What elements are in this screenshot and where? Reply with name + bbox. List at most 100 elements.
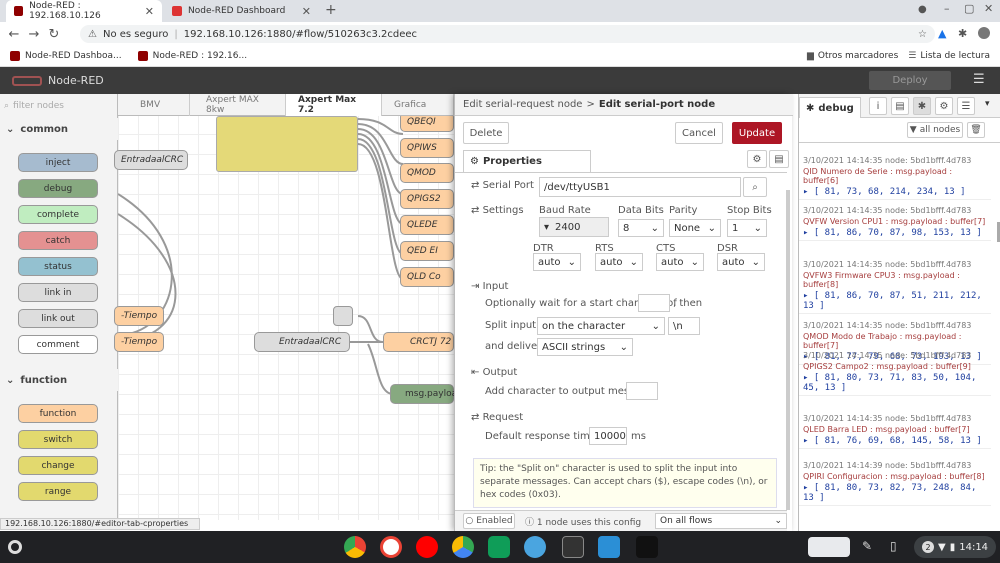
canvas-link-node[interactable]: EntradaalCRC [254, 332, 350, 352]
canvas-function-node[interactable]: QPIWS [400, 138, 454, 158]
reload-icon[interactable]: ↻ [44, 27, 64, 42]
bookmark-item[interactable]: Node-RED : 192.16... [137, 51, 247, 61]
drive-icon[interactable]: ▲ [938, 27, 946, 40]
deliver-select[interactable]: ASCII strings ⌄ [537, 338, 633, 356]
palette-node-link-out[interactable]: link out [18, 309, 98, 328]
split-char-input[interactable]: \n [668, 317, 700, 335]
palette-node-change[interactable]: change [18, 456, 98, 475]
expand-icon[interactable]: ▸ [803, 436, 814, 446]
tab-grafica[interactable]: Grafica [382, 94, 454, 116]
stop-bits-select[interactable]: 1 ⌄ [727, 219, 767, 237]
canvas-link-out-node[interactable] [333, 306, 353, 326]
flow-canvas[interactable]: QBEQI QPIWS QMOD QPIGS2 QLEDE QED EI QLD… [114, 94, 457, 520]
dtr-select[interactable]: auto ⌄ [533, 253, 581, 271]
close-icon[interactable]: ✕ [145, 5, 154, 18]
description-tab-icon[interactable]: ▤ [769, 150, 789, 168]
message-value[interactable]: ▸ [ 81, 80, 73, 71, 83, 50, 104, 45, 13 … [799, 371, 991, 395]
scrollbar[interactable] [786, 190, 790, 510]
tab-debug[interactable]: ✱ debug [799, 97, 861, 118]
palette-node-inject[interactable]: inject [18, 153, 98, 172]
tab-search-icon[interactable]: ● [918, 4, 927, 15]
minimize-icon[interactable]: – [944, 2, 950, 15]
canvas-function-node[interactable]: CRCTJ 72 [383, 332, 454, 352]
cancel-button[interactable]: Cancel [675, 122, 723, 144]
settings-tab-icon[interactable]: ⚙ [747, 150, 767, 168]
filter-button[interactable]: ▼ all nodes [907, 122, 963, 138]
debug-message[interactable]: 3/10/2021 14:14:35 node: 5bd1bfff.4d783 Q… [799, 412, 991, 449]
canvas-function-node[interactable]: QLEDE [400, 215, 454, 235]
expand-icon[interactable]: ▸ [803, 373, 814, 383]
profile-avatar[interactable] [978, 27, 990, 39]
expand-icon[interactable]: ▸ [803, 228, 814, 238]
search-port-button[interactable]: ⌕ [743, 177, 767, 197]
expand-icon[interactable]: ▸ [803, 187, 814, 197]
message-value[interactable]: ▸ [ 81, 73, 68, 214, 234, 13 ] [799, 185, 991, 199]
debug-message[interactable]: 3/10/2021 14:14:35 node: 5bd1bfff.4d783 Q… [799, 204, 991, 241]
context-icon[interactable]: ☰ [957, 97, 975, 115]
help-icon[interactable]: ▤ [891, 97, 909, 115]
debug-message[interactable]: 3/10/2021 14:14:35 node: 5bd1bfff.4d783 Q… [799, 349, 991, 396]
holding-space-thumbnail[interactable] [808, 537, 850, 557]
clear-log-icon[interactable]: 🗑 [967, 122, 985, 138]
enabled-toggle[interactable]: ○ Enabled [463, 513, 515, 529]
deploy-button[interactable]: Deploy [869, 71, 951, 90]
play-store-icon[interactable] [452, 536, 474, 558]
dsr-select[interactable]: auto ⌄ [717, 253, 765, 271]
menu-icon[interactable]: ☰ [973, 72, 985, 87]
stylus-icon[interactable]: ✎ [862, 539, 872, 553]
palette-node-range[interactable]: range [18, 482, 98, 501]
extensions-icon[interactable]: ✱ [958, 27, 967, 40]
window-close-icon[interactable]: ✕ [984, 2, 993, 15]
terminal-icon[interactable] [562, 536, 584, 558]
cts-select[interactable]: auto ⌄ [656, 253, 704, 271]
start-char-input[interactable] [638, 294, 670, 312]
palette-category-function[interactable]: ⌄ function [0, 369, 118, 391]
chrome-icon[interactable] [344, 536, 366, 558]
expand-icon[interactable]: ▸ [803, 483, 814, 493]
canvas-debug-node[interactable]: msg.payloa [390, 384, 457, 404]
bookmark-item[interactable]: Node-RED Dashboa... [10, 51, 122, 61]
debug-message[interactable]: 3/10/2021 14:14:39 node: 5bd1bfff.4d783 Q… [799, 459, 991, 506]
canvas-function-node[interactable]: -Tiempo [114, 332, 164, 352]
palette-category-common[interactable]: ⌄ common [0, 118, 118, 140]
palette-node-complete[interactable]: complete [18, 205, 98, 224]
vnc-icon[interactable] [598, 536, 620, 558]
tab-properties[interactable]: ⚙ Properties [463, 150, 591, 172]
star-icon[interactable]: ☆ [918, 29, 927, 40]
launcher-icon[interactable] [8, 540, 22, 554]
app-icon[interactable] [636, 536, 658, 558]
browser-tab[interactable]: Node-RED Dashboard ✕ [164, 0, 319, 22]
other-bookmarks[interactable]: ▆ Otros marcadores [807, 51, 898, 61]
palette-node-link-in[interactable]: link in [18, 283, 98, 302]
reading-list[interactable]: ☰ Lista de lectura [908, 51, 990, 61]
palette-node-switch[interactable]: switch [18, 430, 98, 449]
weather-icon[interactable] [524, 536, 546, 558]
close-icon[interactable]: ✕ [302, 5, 311, 18]
update-button[interactable]: Update [732, 122, 782, 144]
message-value[interactable]: ▸ [ 81, 86, 70, 87, 51, 211, 212, 13 ] [799, 289, 991, 313]
debug-message[interactable]: 3/10/2021 14:14:35 node: 5bd1bfff.4d783 Q… [799, 258, 991, 314]
palette-node-debug[interactable]: debug [18, 179, 98, 198]
canvas-function-node[interactable]: -Tiempo [114, 306, 164, 326]
serial-port-input[interactable]: /dev/ttyUSB1 [539, 177, 741, 197]
canvas-function-node[interactable]: QPIGS2 [400, 189, 454, 209]
system-tray[interactable]: 2 ▼ ▮ 14:14 [914, 536, 996, 558]
palette-filter-input[interactable]: ⌕ filter nodes [4, 98, 114, 114]
back-icon[interactable]: ← [4, 27, 24, 42]
palette-node-catch[interactable]: catch [18, 231, 98, 250]
parity-select[interactable]: None ⌄ [669, 219, 721, 237]
palette-node-status[interactable]: status [18, 257, 98, 276]
breadcrumb-prev[interactable]: Edit serial-request node [463, 99, 582, 110]
message-value[interactable]: ▸ [ 81, 76, 69, 68, 145, 58, 13 ] [799, 434, 991, 448]
debug-icon[interactable]: ✱ [913, 97, 931, 115]
canvas-link-node[interactable]: EntradaalCRC [114, 150, 188, 170]
chevron-down-icon[interactable]: ▾ [985, 99, 990, 109]
browser-tab[interactable]: Node-RED : 192.168.10.126 ✕ [6, 0, 162, 22]
canvas-function-node[interactable]: QMOD [400, 163, 454, 183]
info-icon[interactable]: i [869, 97, 887, 115]
config-icon[interactable]: ⚙ [935, 97, 953, 115]
message-value[interactable]: ▸ [ 81, 80, 73, 82, 73, 248, 84, 13 ] [799, 481, 991, 505]
data-bits-select[interactable]: 8 ⌄ [618, 219, 664, 237]
add-char-input[interactable] [626, 382, 658, 400]
palette-node-function[interactable]: function [18, 404, 98, 423]
